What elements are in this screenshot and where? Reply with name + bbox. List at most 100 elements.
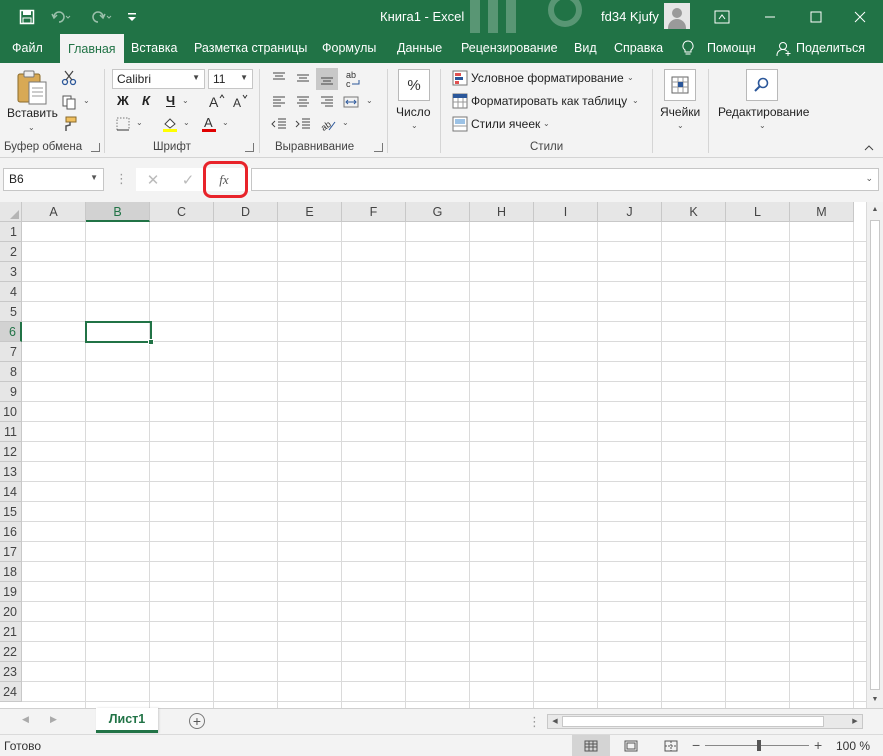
row-header[interactable]: 16 bbox=[0, 522, 22, 542]
column-header[interactable]: F bbox=[342, 202, 406, 222]
wrap-text-icon[interactable]: ab c bbox=[343, 69, 363, 89]
tab-home[interactable]: Главная bbox=[60, 34, 124, 63]
row-header[interactable]: 19 bbox=[0, 582, 22, 602]
cells-label[interactable]: Ячейки bbox=[660, 105, 700, 119]
tab-share[interactable]: Поделиться bbox=[796, 33, 865, 63]
row-header[interactable]: 24 bbox=[0, 682, 22, 702]
scroll-up-icon[interactable]: ▲ bbox=[867, 202, 883, 218]
alignment-launcher-icon[interactable] bbox=[374, 143, 383, 152]
cell-styles-label[interactable]: Стили ячеек bbox=[471, 117, 540, 131]
worksheet-grid[interactable]: ABCDEFGHIJKLM 1 2 3 4 5 6 7 8 9 10 11 12 13 14 15 16 17 1… bbox=[0, 202, 866, 708]
horizontal-scrollbar[interactable]: ◀ ▶ bbox=[547, 714, 863, 729]
tab-page-layout[interactable]: Разметка страницы bbox=[194, 33, 307, 63]
column-header[interactable]: H bbox=[470, 202, 534, 222]
column-header[interactable]: K bbox=[662, 202, 726, 222]
increase-indent-icon[interactable] bbox=[294, 115, 312, 133]
cell-styles-icon[interactable] bbox=[451, 115, 469, 133]
zoom-in-icon[interactable]: + bbox=[814, 737, 822, 753]
next-sheet-icon[interactable]: ▶ bbox=[50, 714, 57, 725]
copy-icon[interactable] bbox=[60, 93, 78, 111]
cancel-icon[interactable]: ✕ bbox=[138, 168, 168, 191]
cell-styles-dropdown-icon[interactable]: ⌄ bbox=[543, 119, 550, 128]
align-bottom-icon[interactable] bbox=[316, 68, 338, 90]
row-header[interactable]: 2 bbox=[0, 242, 22, 262]
tab-tell-me[interactable]: Помощн bbox=[707, 33, 756, 63]
underline-button[interactable]: Ч bbox=[166, 93, 175, 108]
collapse-ribbon-icon[interactable] bbox=[862, 143, 876, 153]
row-header[interactable]: 7 bbox=[0, 342, 22, 362]
scroll-down-icon[interactable]: ▼ bbox=[867, 692, 883, 708]
cells-dropdown-icon[interactable]: ⌄ bbox=[677, 121, 684, 130]
font-launcher-icon[interactable] bbox=[245, 143, 254, 152]
row-header[interactable]: 18 bbox=[0, 562, 22, 582]
vertical-scrollbar[interactable]: ▲ ▼ bbox=[866, 202, 883, 708]
cut-icon[interactable] bbox=[60, 69, 78, 87]
column-header[interactable]: M bbox=[790, 202, 854, 222]
row-header[interactable]: 23 bbox=[0, 662, 22, 682]
italic-button[interactable]: К bbox=[142, 93, 150, 108]
row-header[interactable]: 5 bbox=[0, 302, 22, 322]
column-header[interactable]: D bbox=[214, 202, 278, 222]
paste-label[interactable]: Вставить bbox=[7, 106, 58, 120]
tab-view[interactable]: Вид bbox=[574, 33, 597, 63]
column-header[interactable]: A bbox=[22, 202, 86, 222]
conditional-formatting-icon[interactable] bbox=[451, 69, 469, 87]
share-person-icon[interactable] bbox=[776, 41, 792, 57]
save-icon[interactable] bbox=[10, 0, 44, 33]
conditional-formatting-label[interactable]: Условное форматирование bbox=[471, 71, 624, 85]
merge-dropdown-icon[interactable]: ⌄ bbox=[366, 96, 373, 105]
zoom-out-icon[interactable]: − bbox=[692, 737, 700, 753]
number-dropdown-icon[interactable]: ⌄ bbox=[411, 121, 418, 130]
column-header[interactable]: B bbox=[86, 202, 150, 222]
page-break-view-icon[interactable] bbox=[652, 735, 690, 756]
row-header[interactable]: 22 bbox=[0, 642, 22, 662]
column-header[interactable]: G bbox=[406, 202, 470, 222]
vertical-scroll-thumb[interactable] bbox=[870, 220, 880, 690]
ribbon-display-icon[interactable] bbox=[699, 0, 745, 33]
row-header[interactable]: 15 bbox=[0, 502, 22, 522]
name-box[interactable]: B6 ▼ bbox=[3, 168, 104, 191]
page-layout-view-icon[interactable] bbox=[612, 735, 650, 756]
normal-view-icon[interactable] bbox=[572, 735, 610, 756]
orientation-icon[interactable]: ab bbox=[318, 115, 338, 133]
tab-data[interactable]: Данные bbox=[397, 33, 442, 63]
row-header[interactable]: 14 bbox=[0, 482, 22, 502]
row-header[interactable]: 1 bbox=[0, 222, 22, 242]
merge-center-icon[interactable] bbox=[342, 93, 360, 111]
maximize-icon[interactable] bbox=[793, 0, 839, 33]
number-format-icon[interactable]: % bbox=[398, 69, 430, 101]
horizontal-scroll-thumb[interactable] bbox=[562, 716, 824, 727]
paste-icon[interactable] bbox=[14, 69, 50, 107]
scroll-left-icon[interactable]: ◀ bbox=[548, 715, 562, 728]
select-all-button[interactable] bbox=[0, 202, 22, 222]
row-header[interactable]: 12 bbox=[0, 442, 22, 462]
column-header[interactable]: J bbox=[598, 202, 662, 222]
minimize-icon[interactable] bbox=[747, 0, 793, 33]
add-sheet-icon[interactable]: + bbox=[189, 713, 205, 729]
format-as-table-icon[interactable] bbox=[451, 92, 469, 110]
tab-formulas[interactable]: Формулы bbox=[322, 33, 376, 63]
clipboard-launcher-icon[interactable] bbox=[91, 143, 100, 152]
align-left-icon[interactable] bbox=[270, 93, 288, 111]
tab-help[interactable]: Справка bbox=[614, 33, 663, 63]
underline-dropdown-icon[interactable]: ⌄ bbox=[182, 96, 189, 105]
row-header[interactable]: 20 bbox=[0, 602, 22, 622]
row-header[interactable]: 3 bbox=[0, 262, 22, 282]
bold-button[interactable]: Ж bbox=[117, 93, 129, 108]
row-header[interactable]: 11 bbox=[0, 422, 22, 442]
row-header[interactable]: 4 bbox=[0, 282, 22, 302]
cells-icon[interactable] bbox=[664, 69, 696, 101]
conditional-formatting-dropdown-icon[interactable]: ⌄ bbox=[627, 73, 634, 82]
format-as-table-label[interactable]: Форматировать как таблицу bbox=[471, 94, 627, 108]
font-color-icon[interactable]: A bbox=[199, 114, 219, 134]
row-header[interactable]: 10 bbox=[0, 402, 22, 422]
scroll-right-icon[interactable]: ▶ bbox=[848, 715, 862, 728]
user-name[interactable]: fd34 Kjufy bbox=[601, 9, 659, 24]
enter-icon[interactable]: ✓ bbox=[173, 168, 203, 191]
column-header[interactable]: E bbox=[278, 202, 342, 222]
row-header[interactable]: 8 bbox=[0, 362, 22, 382]
row-header[interactable]: 9 bbox=[0, 382, 22, 402]
font-color-dropdown-icon[interactable]: ⌄ bbox=[222, 118, 229, 127]
zoom-slider-thumb[interactable] bbox=[757, 740, 761, 751]
fill-handle[interactable] bbox=[148, 339, 154, 345]
